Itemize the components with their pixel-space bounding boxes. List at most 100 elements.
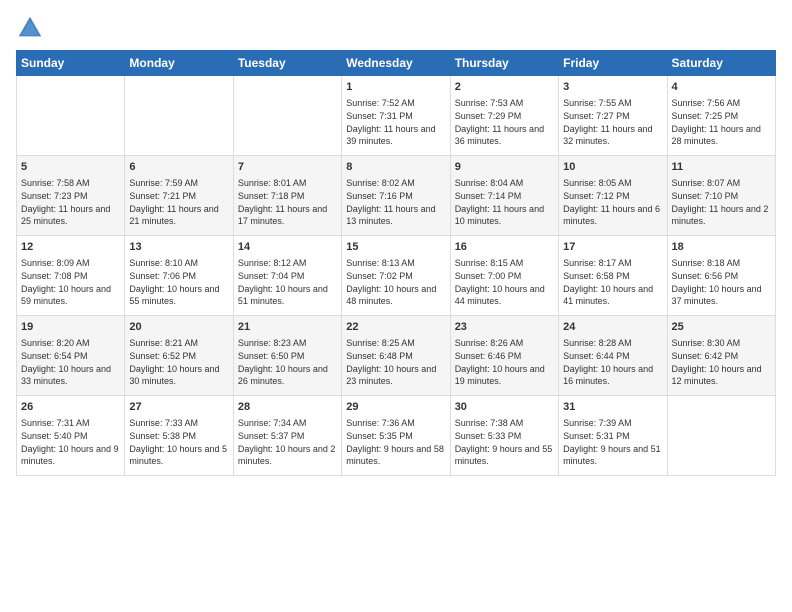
day-number: 18 bbox=[672, 240, 771, 255]
calendar-cell: 11 Sunrise: 8:07 AMSunset: 7:10 PMDayligh… bbox=[667, 156, 775, 236]
calendar-week-3: 12Sunrise: 8:09 AMSunset: 7:08 PMDayligh… bbox=[17, 236, 776, 316]
day-number: 3 bbox=[563, 80, 662, 95]
day-info: Sunrise: 8:07 AMSunset: 7:10 PMDaylight:… bbox=[672, 177, 771, 227]
day-number: 16 bbox=[455, 240, 554, 255]
day-info: Sunrise: 8:02 AMSunset: 7:16 PMDaylight:… bbox=[346, 177, 445, 227]
calendar-cell: 16 Sunrise: 8:15 AMSunset: 7:00 PMDayligh… bbox=[450, 236, 558, 316]
day-info: Sunrise: 8:01 AMSunset: 7:18 PMDaylight:… bbox=[238, 177, 337, 227]
col-wednesday: Wednesday bbox=[342, 51, 450, 76]
calendar-cell: 27Sunrise: 7:33 AMSunset: 5:38 PMDayligh… bbox=[125, 396, 233, 476]
day-number: 22 bbox=[346, 320, 445, 335]
day-info: Sunrise: 8:28 AMSunset: 6:44 PMDaylight:… bbox=[563, 337, 662, 387]
day-number: 30 bbox=[455, 400, 554, 415]
day-number: 28 bbox=[238, 400, 337, 415]
calendar-cell: 22 Sunrise: 8:25 AMSunset: 6:48 PMDayligh… bbox=[342, 316, 450, 396]
calendar-cell: 29Sunrise: 7:36 AMSunset: 5:35 PMDayligh… bbox=[342, 396, 450, 476]
calendar-cell: 28 Sunrise: 7:34 AMSunset: 5:37 PMDayligh… bbox=[233, 396, 341, 476]
calendar-cell: 30 Sunrise: 7:38 AMSunset: 5:33 PMDayligh… bbox=[450, 396, 558, 476]
page-container: Sunday Monday Tuesday Wednesday Thursday… bbox=[0, 0, 792, 486]
calendar-cell bbox=[667, 396, 775, 476]
logo bbox=[16, 14, 48, 42]
calendar-cell: 19Sunrise: 8:20 AMSunset: 6:54 PMDayligh… bbox=[17, 316, 125, 396]
day-info: Sunrise: 8:10 AMSunset: 7:06 PMDaylight:… bbox=[129, 257, 228, 307]
day-info: Sunrise: 8:09 AMSunset: 7:08 PMDaylight:… bbox=[21, 257, 120, 307]
day-info: Sunrise: 7:55 AMSunset: 7:27 PMDaylight:… bbox=[563, 97, 662, 147]
day-info: Sunrise: 8:21 AMSunset: 6:52 PMDaylight:… bbox=[129, 337, 228, 387]
day-info: Sunrise: 8:17 AMSunset: 6:58 PMDaylight:… bbox=[563, 257, 662, 307]
calendar-cell: 5 Sunrise: 7:58 AMSunset: 7:23 PMDaylight… bbox=[17, 156, 125, 236]
day-info: Sunrise: 8:18 AMSunset: 6:56 PMDaylight:… bbox=[672, 257, 771, 307]
day-number: 23 bbox=[455, 320, 554, 335]
day-number: 1 bbox=[346, 80, 445, 95]
calendar-cell bbox=[17, 76, 125, 156]
day-info: Sunrise: 7:52 AMSunset: 7:31 PMDaylight:… bbox=[346, 97, 445, 147]
calendar-cell: 25 Sunrise: 8:30 AMSunset: 6:42 PMDayligh… bbox=[667, 316, 775, 396]
day-info: Sunrise: 7:53 AMSunset: 7:29 PMDaylight:… bbox=[455, 97, 554, 147]
day-number: 8 bbox=[346, 160, 445, 175]
calendar-cell: 1 Sunrise: 7:52 AMSunset: 7:31 PMDaylight… bbox=[342, 76, 450, 156]
day-number: 25 bbox=[672, 320, 771, 335]
day-info: Sunrise: 7:38 AMSunset: 5:33 PMDaylight:… bbox=[455, 417, 554, 467]
calendar-cell bbox=[233, 76, 341, 156]
day-number: 6 bbox=[129, 160, 228, 175]
day-info: Sunrise: 7:34 AMSunset: 5:37 PMDaylight:… bbox=[238, 417, 337, 467]
day-info: Sunrise: 8:30 AMSunset: 6:42 PMDaylight:… bbox=[672, 337, 771, 387]
day-info: Sunrise: 7:58 AMSunset: 7:23 PMDaylight:… bbox=[21, 177, 120, 227]
col-tuesday: Tuesday bbox=[233, 51, 341, 76]
calendar-header: Sunday Monday Tuesday Wednesday Thursday… bbox=[17, 51, 776, 76]
day-number: 14 bbox=[238, 240, 337, 255]
day-number: 10 bbox=[563, 160, 662, 175]
day-number: 19 bbox=[21, 320, 120, 335]
day-info: Sunrise: 8:26 AMSunset: 6:46 PMDaylight:… bbox=[455, 337, 554, 387]
calendar-week-1: 1 Sunrise: 7:52 AMSunset: 7:31 PMDaylight… bbox=[17, 76, 776, 156]
day-number: 15 bbox=[346, 240, 445, 255]
day-info: Sunrise: 8:15 AMSunset: 7:00 PMDaylight:… bbox=[455, 257, 554, 307]
day-info: Sunrise: 8:25 AMSunset: 6:48 PMDaylight:… bbox=[346, 337, 445, 387]
day-info: Sunrise: 8:05 AMSunset: 7:12 PMDaylight:… bbox=[563, 177, 662, 227]
calendar-week-5: 26 Sunrise: 7:31 AMSunset: 5:40 PMDayligh… bbox=[17, 396, 776, 476]
calendar-body: 1 Sunrise: 7:52 AMSunset: 7:31 PMDaylight… bbox=[17, 76, 776, 476]
col-saturday: Saturday bbox=[667, 51, 775, 76]
day-number: 17 bbox=[563, 240, 662, 255]
day-number: 24 bbox=[563, 320, 662, 335]
calendar-cell: 12Sunrise: 8:09 AMSunset: 7:08 PMDayligh… bbox=[17, 236, 125, 316]
calendar-cell: 15 Sunrise: 8:13 AMSunset: 7:02 PMDayligh… bbox=[342, 236, 450, 316]
day-number: 26 bbox=[21, 400, 120, 415]
calendar-week-2: 5 Sunrise: 7:58 AMSunset: 7:23 PMDaylight… bbox=[17, 156, 776, 236]
calendar-table: Sunday Monday Tuesday Wednesday Thursday… bbox=[16, 50, 776, 476]
day-info: Sunrise: 7:59 AMSunset: 7:21 PMDaylight:… bbox=[129, 177, 228, 227]
col-monday: Monday bbox=[125, 51, 233, 76]
day-number: 21 bbox=[238, 320, 337, 335]
day-info: Sunrise: 7:31 AMSunset: 5:40 PMDaylight:… bbox=[21, 417, 120, 467]
calendar-cell: 21Sunrise: 8:23 AMSunset: 6:50 PMDayligh… bbox=[233, 316, 341, 396]
col-friday: Friday bbox=[559, 51, 667, 76]
day-info: Sunrise: 8:13 AMSunset: 7:02 PMDaylight:… bbox=[346, 257, 445, 307]
day-number: 5 bbox=[21, 160, 120, 175]
day-info: Sunrise: 8:12 AMSunset: 7:04 PMDaylight:… bbox=[238, 257, 337, 307]
day-info: Sunrise: 7:56 AMSunset: 7:25 PMDaylight:… bbox=[672, 97, 771, 147]
day-number: 11 bbox=[672, 160, 771, 175]
calendar-cell: 31Sunrise: 7:39 AMSunset: 5:31 PMDayligh… bbox=[559, 396, 667, 476]
day-number: 29 bbox=[346, 400, 445, 415]
day-number: 4 bbox=[672, 80, 771, 95]
calendar-cell: 24 Sunrise: 8:28 AMSunset: 6:44 PMDayligh… bbox=[559, 316, 667, 396]
calendar-cell: 23 Sunrise: 8:26 AMSunset: 6:46 PMDayligh… bbox=[450, 316, 558, 396]
header-row: Sunday Monday Tuesday Wednesday Thursday… bbox=[17, 51, 776, 76]
day-number: 7 bbox=[238, 160, 337, 175]
calendar-cell: 13Sunrise: 8:10 AMSunset: 7:06 PMDayligh… bbox=[125, 236, 233, 316]
calendar-cell: 9 Sunrise: 8:04 AMSunset: 7:14 PMDaylight… bbox=[450, 156, 558, 236]
col-sunday: Sunday bbox=[17, 51, 125, 76]
day-number: 9 bbox=[455, 160, 554, 175]
calendar-cell: 20 Sunrise: 8:21 AMSunset: 6:52 PMDayligh… bbox=[125, 316, 233, 396]
calendar-cell: 2 Sunrise: 7:53 AMSunset: 7:29 PMDaylight… bbox=[450, 76, 558, 156]
day-number: 20 bbox=[129, 320, 228, 335]
calendar-cell: 4 Sunrise: 7:56 AMSunset: 7:25 PMDaylight… bbox=[667, 76, 775, 156]
calendar-cell: 7 Sunrise: 8:01 AMSunset: 7:18 PMDaylight… bbox=[233, 156, 341, 236]
day-info: Sunrise: 8:04 AMSunset: 7:14 PMDaylight:… bbox=[455, 177, 554, 227]
calendar-cell: 18 Sunrise: 8:18 AMSunset: 6:56 PMDayligh… bbox=[667, 236, 775, 316]
col-thursday: Thursday bbox=[450, 51, 558, 76]
day-number: 27 bbox=[129, 400, 228, 415]
day-number: 2 bbox=[455, 80, 554, 95]
calendar-cell: 17 Sunrise: 8:17 AMSunset: 6:58 PMDayligh… bbox=[559, 236, 667, 316]
day-info: Sunrise: 7:39 AMSunset: 5:31 PMDaylight:… bbox=[563, 417, 662, 467]
